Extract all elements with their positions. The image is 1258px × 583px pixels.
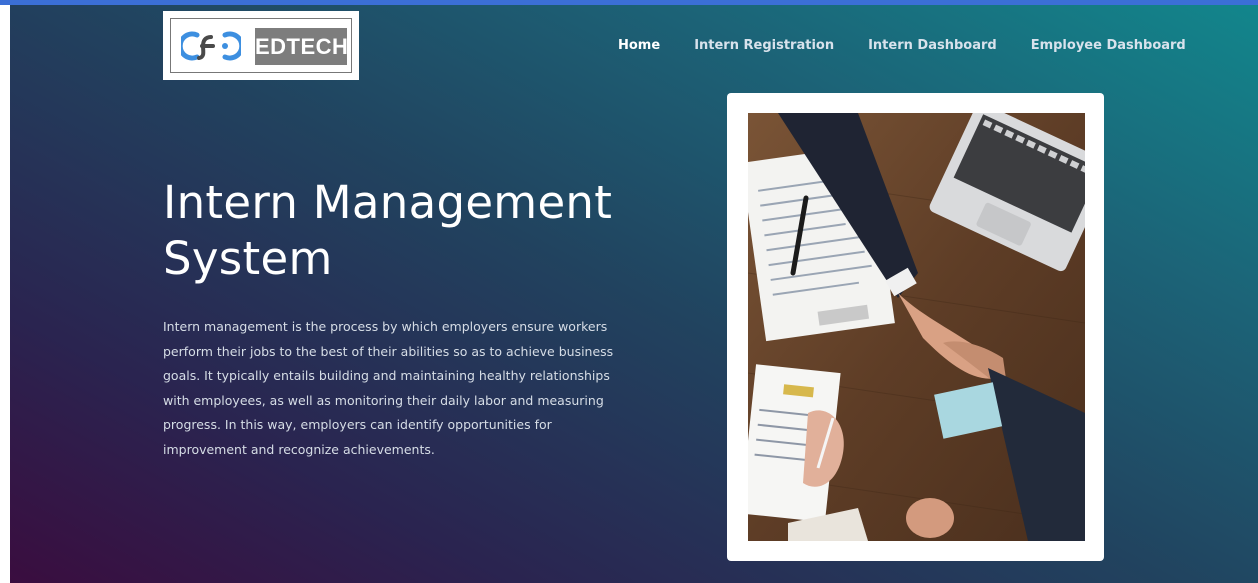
hero-description: Intern management is the process by whic… — [163, 319, 614, 457]
logo-wordmark: EDTECH — [255, 28, 348, 65]
handshake-photo — [748, 113, 1085, 541]
main-nav: Home Intern Registration Intern Dashboar… — [618, 38, 1186, 53]
hero-image-frame — [727, 93, 1104, 561]
page-title: Intern Management System — [163, 176, 613, 285]
hero-section: EDTECH Home Intern Registration Intern D… — [10, 5, 1258, 583]
nav-item-employee-dashboard[interactable]: Employee Dashboard — [1031, 38, 1186, 53]
nav-item-intern-registration[interactable]: Intern Registration — [694, 38, 834, 53]
left-edge-strip — [0, 5, 10, 583]
nav-item-home[interactable]: Home — [618, 38, 660, 53]
logo-mark-icon — [181, 31, 241, 61]
logo[interactable]: EDTECH — [163, 11, 359, 80]
nav-item-intern-dashboard[interactable]: Intern Dashboard — [868, 38, 997, 53]
logo-border: EDTECH — [170, 18, 352, 73]
handshake-illustration-icon — [748, 113, 1085, 541]
